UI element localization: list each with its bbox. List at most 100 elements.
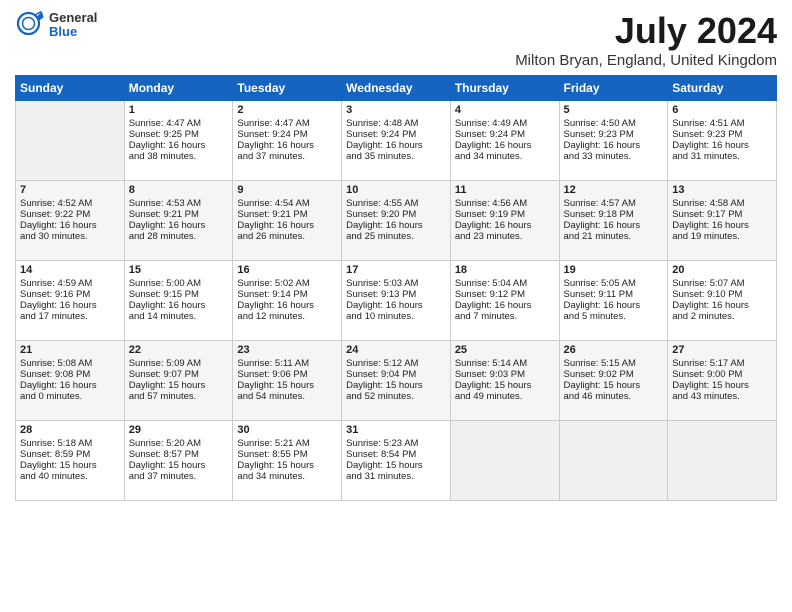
day-number: 3 — [346, 104, 446, 116]
day-number: 15 — [129, 264, 229, 276]
day-info: Sunrise: 5:15 AM — [564, 358, 664, 369]
main-title: July 2024 — [515, 10, 777, 52]
calendar-cell: 19Sunrise: 5:05 AMSunset: 9:11 PMDayligh… — [559, 261, 668, 341]
calendar-week-2: 7Sunrise: 4:52 AMSunset: 9:22 PMDaylight… — [16, 181, 777, 261]
calendar-cell: 16 Sunrise: 5:02 AMSunset: 9:14 PMDayligh… — [233, 261, 342, 341]
day-info: and 49 minutes. — [455, 391, 555, 402]
day-number: 19 — [564, 264, 664, 276]
day-info: Sunset: 9:23 PM — [564, 129, 664, 140]
day-info: Daylight: 16 hours — [346, 220, 446, 231]
day-info: Sunset: 9:21 PM — [129, 209, 229, 220]
day-info: Daylight: 16 hours — [237, 300, 337, 311]
header-friday: Friday — [559, 76, 668, 101]
day-info: and 34 minutes. — [237, 471, 337, 482]
calendar-cell: 1Sunrise: 4:47 AMSunset: 9:25 PMDaylight… — [124, 101, 233, 181]
calendar-cell: 15 Sunrise: 5:00 AMSunset: 9:15 PMDayligh… — [124, 261, 233, 341]
calendar-cell: 13Sunrise: 4:58 AMSunset: 9:17 PMDayligh… — [668, 181, 777, 261]
day-info: Sunset: 9:20 PM — [346, 209, 446, 220]
day-info: Daylight: 15 hours — [346, 460, 446, 471]
day-number: 16 — [237, 264, 337, 276]
day-info: Daylight: 15 hours — [564, 380, 664, 391]
day-info: Sunrise: 5:05 AM — [564, 278, 664, 289]
calendar-cell — [16, 101, 125, 181]
day-info: and 21 minutes. — [564, 231, 664, 242]
calendar-cell: 6Sunrise: 4:51 AMSunset: 9:23 PMDaylight… — [668, 101, 777, 181]
day-info: Sunrise: 4:51 AM — [672, 118, 772, 129]
day-info: Sunset: 9:18 PM — [564, 209, 664, 220]
day-info: Sunrise: 4:47 AM — [237, 118, 337, 129]
day-info: and 46 minutes. — [564, 391, 664, 402]
day-info: Daylight: 15 hours — [346, 380, 446, 391]
day-info: Daylight: 16 hours — [346, 140, 446, 151]
calendar-cell: 10Sunrise: 4:55 AMSunset: 9:20 PMDayligh… — [342, 181, 451, 261]
day-info: Sunset: 9:14 PM — [237, 289, 337, 300]
day-number: 25 — [455, 344, 555, 356]
calendar-cell: 29Sunrise: 5:20 AMSunset: 8:57 PMDayligh… — [124, 421, 233, 501]
day-info: Sunset: 8:55 PM — [237, 449, 337, 460]
day-info: Daylight: 15 hours — [20, 460, 120, 471]
day-info: Sunrise: 4:59 AM — [20, 278, 120, 289]
day-number: 18 — [455, 264, 555, 276]
day-number: 2 — [237, 104, 337, 116]
calendar-cell: 24Sunrise: 5:12 AMSunset: 9:04 PMDayligh… — [342, 341, 451, 421]
day-info: and 0 minutes. — [20, 391, 120, 402]
day-info: Sunset: 9:23 PM — [672, 129, 772, 140]
day-info: Sunset: 9:24 PM — [237, 129, 337, 140]
day-number: 22 — [129, 344, 229, 356]
day-info: Sunrise: 4:56 AM — [455, 198, 555, 209]
day-info: Sunrise: 4:57 AM — [564, 198, 664, 209]
day-number: 9 — [237, 184, 337, 196]
day-info: Sunset: 9:15 PM — [129, 289, 229, 300]
header-saturday: Saturday — [668, 76, 777, 101]
calendar-cell: 22Sunrise: 5:09 AMSunset: 9:07 PMDayligh… — [124, 341, 233, 421]
day-info: Daylight: 16 hours — [129, 300, 229, 311]
day-info: Sunset: 9:04 PM — [346, 369, 446, 380]
calendar-cell: 30Sunrise: 5:21 AMSunset: 8:55 PMDayligh… — [233, 421, 342, 501]
calendar-cell: 27Sunrise: 5:17 AMSunset: 9:00 PMDayligh… — [668, 341, 777, 421]
day-info: Sunrise: 5:02 AM — [237, 278, 337, 289]
day-info: Sunset: 9:07 PM — [129, 369, 229, 380]
day-info: Sunrise: 5:20 AM — [129, 438, 229, 449]
day-info: Sunrise: 5:00 AM — [129, 278, 229, 289]
calendar-cell: 2Sunrise: 4:47 AMSunset: 9:24 PMDaylight… — [233, 101, 342, 181]
logo-text: General Blue — [49, 11, 97, 40]
day-info: and 17 minutes. — [20, 311, 120, 322]
day-info: and 10 minutes. — [346, 311, 446, 322]
day-info: Sunset: 8:59 PM — [20, 449, 120, 460]
day-number: 11 — [455, 184, 555, 196]
calendar-cell: 8Sunrise: 4:53 AMSunset: 9:21 PMDaylight… — [124, 181, 233, 261]
day-info: Sunset: 9:11 PM — [564, 289, 664, 300]
day-info: Sunrise: 4:54 AM — [237, 198, 337, 209]
day-info: Sunset: 9:00 PM — [672, 369, 772, 380]
day-info: Daylight: 16 hours — [672, 300, 772, 311]
header-sunday: Sunday — [16, 76, 125, 101]
calendar-week-4: 21Sunrise: 5:08 AMSunset: 9:08 PMDayligh… — [16, 341, 777, 421]
day-info: Sunrise: 5:09 AM — [129, 358, 229, 369]
logo-icon — [15, 10, 45, 40]
day-info: Sunrise: 5:07 AM — [672, 278, 772, 289]
day-info: and 57 minutes. — [129, 391, 229, 402]
calendar-cell: 5Sunrise: 4:50 AMSunset: 9:23 PMDaylight… — [559, 101, 668, 181]
day-info: Sunset: 8:54 PM — [346, 449, 446, 460]
day-info: and 30 minutes. — [20, 231, 120, 242]
header-thursday: Thursday — [450, 76, 559, 101]
day-info: Sunset: 9:06 PM — [237, 369, 337, 380]
day-number: 29 — [129, 424, 229, 436]
day-info: Sunset: 9:19 PM — [455, 209, 555, 220]
day-info: Sunrise: 5:12 AM — [346, 358, 446, 369]
calendar-cell: 3Sunrise: 4:48 AMSunset: 9:24 PMDaylight… — [342, 101, 451, 181]
day-info: Sunrise: 5:14 AM — [455, 358, 555, 369]
day-number: 6 — [672, 104, 772, 116]
day-info: Sunrise: 4:53 AM — [129, 198, 229, 209]
calendar-cell: 17Sunrise: 5:03 AMSunset: 9:13 PMDayligh… — [342, 261, 451, 341]
day-info: Daylight: 15 hours — [672, 380, 772, 391]
calendar-cell: 7Sunrise: 4:52 AMSunset: 9:22 PMDaylight… — [16, 181, 125, 261]
day-number: 14 — [20, 264, 120, 276]
day-info: Sunrise: 4:52 AM — [20, 198, 120, 209]
calendar-cell — [668, 421, 777, 501]
day-info: and 25 minutes. — [346, 231, 446, 242]
day-info: and 35 minutes. — [346, 151, 446, 162]
day-number: 27 — [672, 344, 772, 356]
day-number: 20 — [672, 264, 772, 276]
day-info: and 34 minutes. — [455, 151, 555, 162]
